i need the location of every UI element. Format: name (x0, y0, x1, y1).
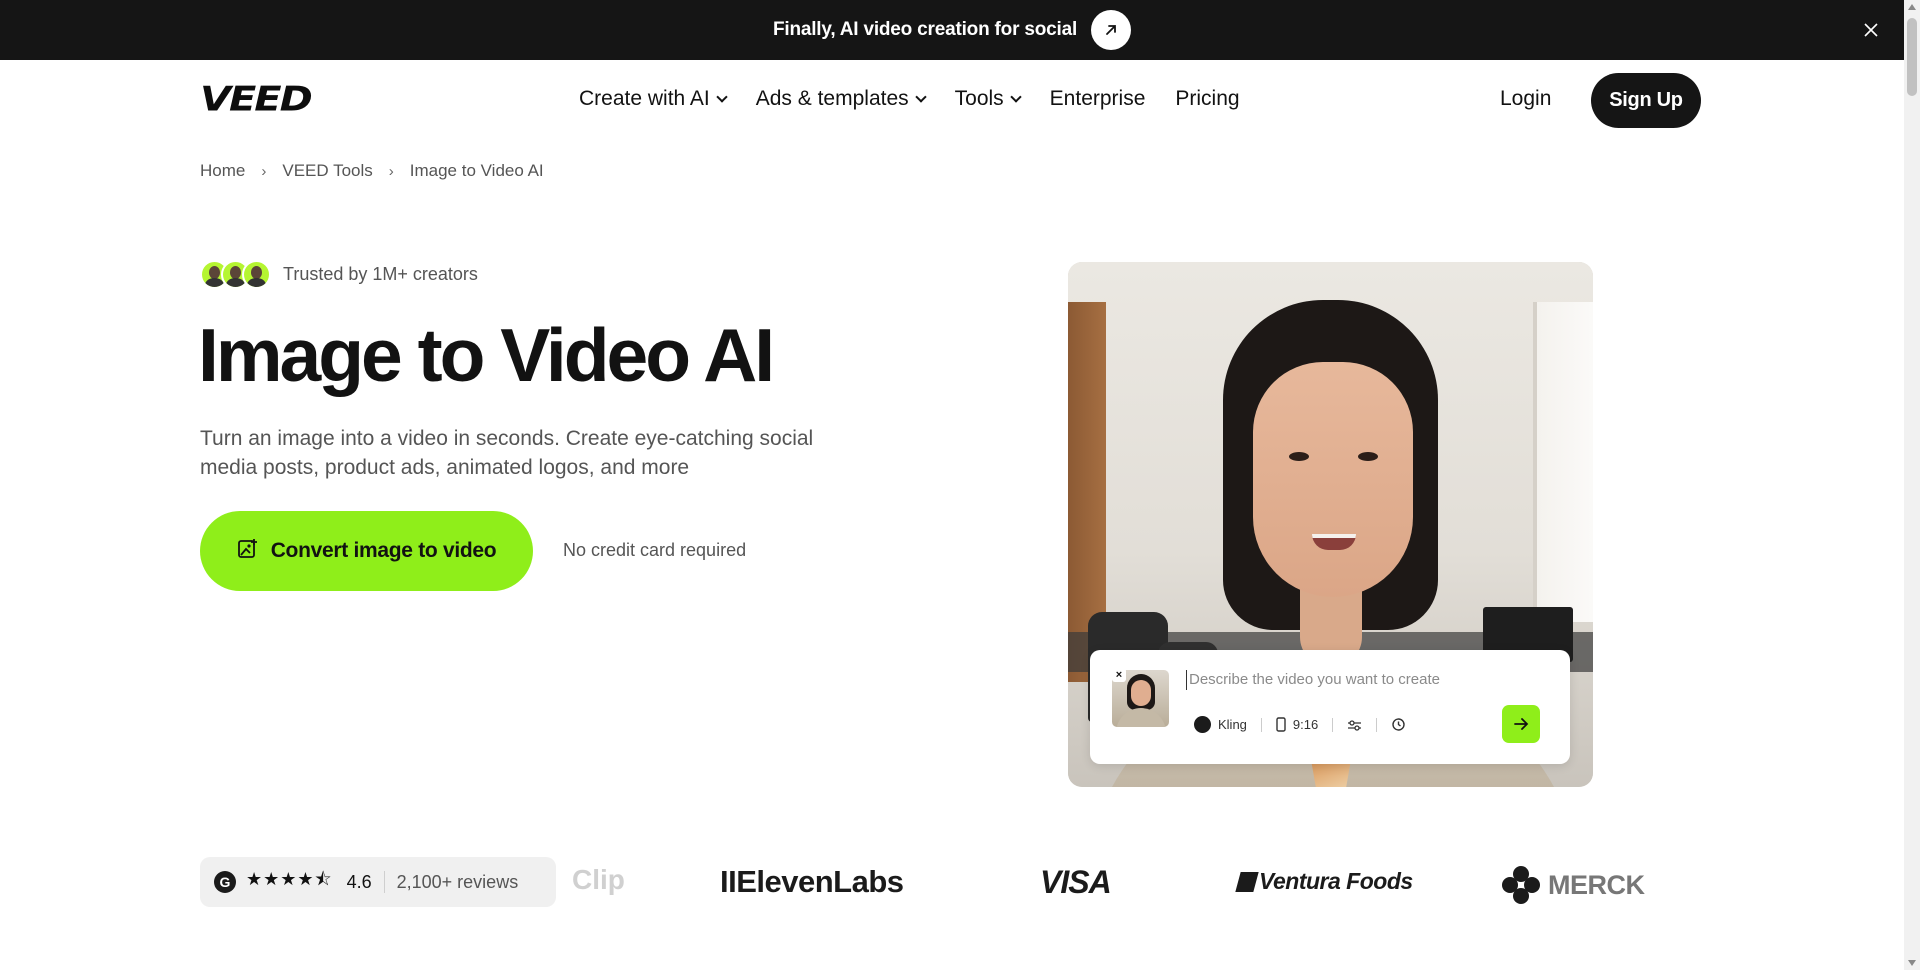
kling-icon (1194, 716, 1211, 733)
model-label: Kling (1218, 717, 1247, 732)
brand-merck-logo: MERCK (1502, 866, 1645, 904)
clock-icon (1392, 718, 1405, 731)
nav-link-label: Pricing (1175, 87, 1240, 110)
creator-avatars (200, 260, 271, 289)
nav-create-with-ai[interactable]: Create with AI (579, 87, 728, 111)
nav-link-label: Tools (954, 87, 1004, 110)
brand-merck-text: MERCK (1548, 869, 1645, 900)
nav-pricing[interactable]: Pricing (1175, 87, 1239, 111)
aspect-ratio-label: 9:16 (1292, 717, 1319, 732)
page-title: Image to Video AI (198, 313, 775, 397)
hero-subtitle: Turn an image into a video in seconds. C… (200, 427, 814, 479)
model-selector[interactable]: Kling (1194, 716, 1247, 733)
arrow-right-icon (1514, 718, 1529, 730)
no-credit-card-note: No credit card required (563, 540, 747, 560)
breadcrumb: Home › VEED Tools › Image to Video AI (200, 161, 544, 181)
sliders-icon (1348, 719, 1362, 731)
prompt-box: × Describe the video you want to create … (1090, 650, 1570, 764)
nav-link-label: Enterprise (1049, 87, 1146, 110)
nav-enterprise[interactable]: Enterprise (1050, 87, 1146, 111)
star-rating-icon: ★★★★⯪ (246, 869, 333, 889)
main-nav: VEED Create with AI Ads & templates Tool… (0, 60, 1904, 140)
hero-video-preview[interactable]: × Describe the video you want to create … (1068, 262, 1593, 787)
announcement-bar: Finally, AI video creation for social (0, 0, 1904, 60)
breadcrumb-separator: › (261, 162, 267, 180)
rating-score: 4.6 (346, 871, 372, 892)
rating-badge[interactable]: G ★★★★⯪ 4.6 2,100+ reviews (200, 857, 556, 907)
veed-logo[interactable]: VEED (200, 80, 313, 119)
breadcrumb-separator: › (388, 162, 394, 180)
merck-mark-icon (1502, 866, 1540, 904)
image-plus-icon (237, 538, 259, 565)
signup-button[interactable]: Sign Up (1591, 73, 1701, 128)
breadcrumb-home[interactable]: Home (200, 161, 245, 181)
brand-ventura-text: Ventura Foods (1259, 868, 1413, 894)
scrollbar-thumb[interactable] (1907, 18, 1917, 96)
chevron-down-icon (1010, 90, 1022, 103)
cta-label: Convert image to video (270, 539, 497, 562)
brand-elevenlabs-logo: IIElevenLabs (720, 864, 904, 899)
avatar (242, 260, 271, 289)
send-button[interactable] (1502, 705, 1540, 743)
nav-ads-templates[interactable]: Ads & templates (755, 87, 927, 111)
brand-clip-logo: Clip (572, 864, 625, 895)
nav-link-label: Create with AI (579, 87, 710, 110)
chevron-down-icon (716, 90, 728, 103)
page-scrollbar[interactable] (1904, 0, 1920, 970)
aspect-ratio-selector[interactable]: 9:16 (1276, 717, 1318, 732)
breadcrumb-current: Image to Video AI (409, 161, 544, 180)
settings-selector[interactable] (1347, 719, 1362, 731)
login-link[interactable]: Login (1500, 87, 1551, 111)
close-icon[interactable] (1858, 17, 1884, 43)
trusted-badge: Trusted by 1M+ creators (200, 260, 478, 289)
nav-links: Create with AI Ads & templates Tools Ent… (579, 87, 1240, 111)
remove-image-icon[interactable]: × (1112, 668, 1126, 682)
brand-ventura-logo: Ventura Foods (1235, 868, 1413, 895)
prompt-toolbar: Kling 9:16 (1194, 716, 1406, 733)
g2-logo-icon: G (214, 871, 236, 893)
nav-link-label: Ads & templates (755, 87, 909, 110)
phone-icon (1276, 717, 1286, 732)
trusted-text: Trusted by 1M+ creators (283, 264, 478, 284)
arrow-up-right-icon[interactable] (1091, 10, 1132, 50)
duration-selector[interactable] (1391, 717, 1406, 732)
chevron-down-icon (914, 90, 927, 103)
brand-visa-logo: VISA (1040, 864, 1112, 900)
convert-image-to-video-button[interactable]: Convert image to video (200, 511, 533, 591)
nav-tools[interactable]: Tools (954, 87, 1022, 111)
review-count: 2,100+ reviews (396, 871, 519, 892)
breadcrumb-veed-tools[interactable]: VEED Tools (282, 161, 372, 181)
scroll-down-icon[interactable] (1908, 960, 1916, 966)
ventura-mark-icon (1235, 872, 1259, 892)
prompt-input[interactable]: Describe the video you want to create (1186, 670, 1440, 690)
announcement-text[interactable]: Finally, AI video creation for social (773, 19, 1077, 41)
scroll-up-icon[interactable] (1908, 4, 1916, 10)
